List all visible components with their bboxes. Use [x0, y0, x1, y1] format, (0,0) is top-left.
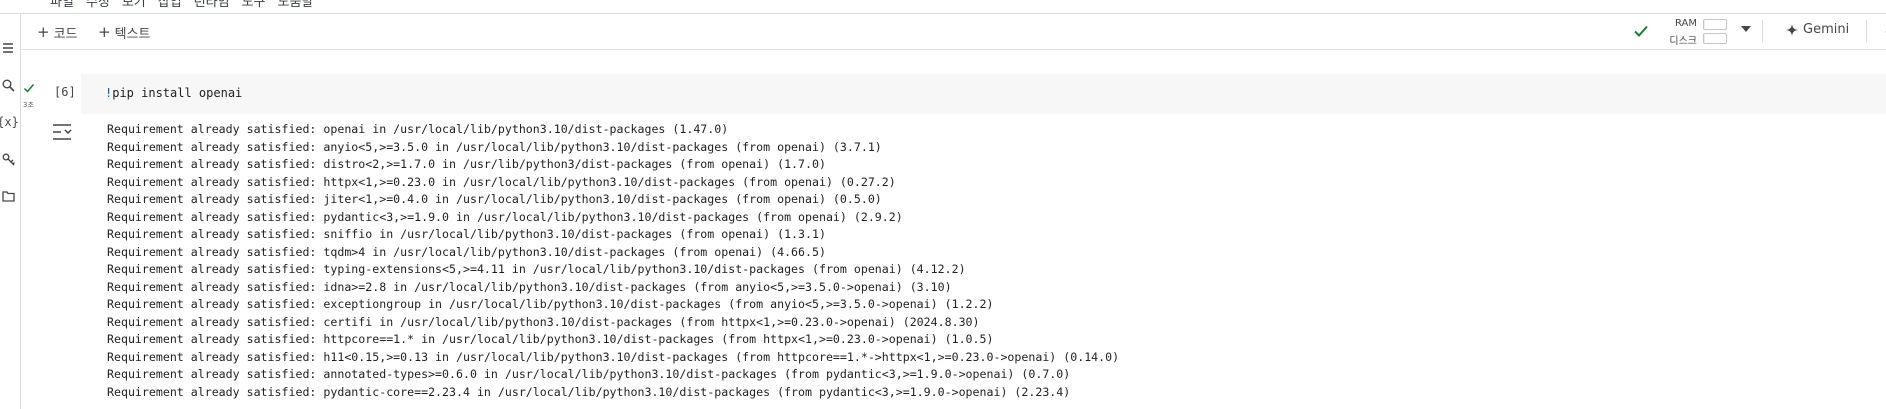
- variables-icon[interactable]: {x}: [0, 114, 19, 130]
- output-line: Requirement already satisfied: idna>=2.8…: [107, 279, 952, 294]
- output-line: Requirement already satisfied: tqdm>4 in…: [107, 244, 826, 259]
- output-line: Requirement already satisfied: openai in…: [107, 122, 729, 136]
- sparkle-icon: [1786, 23, 1798, 36]
- resource-monitor[interactable]: RAM 디스크: [1661, 17, 1727, 47]
- output-line: Requirement already satisfied: httpcore=…: [107, 332, 994, 346]
- disk-usage-fill: [1704, 34, 1706, 43]
- chevron-down-icon[interactable]: [1741, 26, 1751, 32]
- output-actions-icon[interactable]: [50, 122, 74, 142]
- files-folder-icon[interactable]: [0, 188, 16, 204]
- menu-bar: 파일 수정 보기 삽입 런타임 도구 도움말: [0, 0, 1886, 14]
- menu-item[interactable]: 도움말: [278, 0, 314, 10]
- disk-label: 디스크: [1669, 36, 1697, 47]
- plus-icon: +: [37, 23, 50, 41]
- output-line: Requirement already satisfied: httpx<1,>…: [107, 174, 896, 189]
- cell-run-status[interactable]: 3초: [21, 82, 41, 112]
- output-line: Requirement already satisfied: anyio<5,>…: [107, 139, 882, 154]
- output-line: Requirement already satisfied: jiter<1,>…: [107, 192, 882, 206]
- notebook-toolbar: + 코드 + 텍스트 RAM 디스크 Gemini: [21, 14, 1886, 50]
- output-line: Requirement already satisfied: typing-ex…: [107, 262, 966, 276]
- execution-count: [6]: [54, 85, 76, 99]
- code-text: pip install openai: [112, 86, 243, 100]
- output-line: Requirement already satisfied: annotated…: [107, 367, 1071, 381]
- ram-usage-bar: [1703, 19, 1727, 30]
- cell-output: Requirement already satisfied: openai in…: [107, 121, 1119, 401]
- menu-icon[interactable]: [0, 40, 16, 56]
- menu-item[interactable]: 파일: [50, 0, 74, 10]
- output-line: Requirement already satisfied: pydantic<…: [107, 209, 903, 224]
- left-rail: {x}: [0, 14, 21, 409]
- output-line: Requirement already satisfied: exception…: [107, 297, 994, 311]
- gemini-label: Gemini: [1803, 22, 1850, 37]
- toolbar-divider: [1866, 20, 1867, 42]
- menu-item[interactable]: 런타임: [194, 0, 230, 10]
- secrets-key-icon[interactable]: [0, 151, 16, 167]
- menu-item[interactable]: 수정: [86, 0, 110, 10]
- connected-check-icon: [1634, 25, 1648, 37]
- add-code-button[interactable]: + 코드: [37, 22, 78, 42]
- menu-item[interactable]: 삽입: [158, 0, 182, 10]
- output-line: Requirement already satisfied: certifi i…: [107, 314, 980, 329]
- toolbar-divider: [1762, 20, 1763, 42]
- add-text-button[interactable]: + 텍스트: [98, 22, 150, 42]
- colab-notebook: 파일수정보기삽입런타임도구도움말 {x} + 코드 + 텍스트 RA: [0, 0, 1886, 409]
- code-editor[interactable]: !pip install openai: [81, 74, 1886, 114]
- output-line: Requirement already satisfied: h11<0.15,…: [107, 349, 1120, 364]
- disk-usage-bar: [1703, 33, 1727, 44]
- output-line: Requirement already satisfied: sniffio i…: [107, 227, 826, 241]
- code-line: !pip install openai: [105, 86, 242, 100]
- plus-icon: +: [98, 23, 111, 41]
- output-line: Requirement already satisfied: pydantic-…: [107, 384, 1071, 399]
- cell-runtime: 3초: [23, 101, 34, 109]
- add-text-label: 텍스트: [114, 26, 151, 42]
- code-cell[interactable]: 3초 [6] !pip install openai Requirement a…: [21, 72, 1886, 409]
- check-icon: [23, 84, 35, 93]
- menu-item[interactable]: 도구: [242, 0, 266, 10]
- search-icon[interactable]: [0, 77, 16, 93]
- gemini-button[interactable]: Gemini: [1786, 22, 1849, 37]
- add-code-label: 코드: [53, 26, 78, 42]
- ram-usage-fill: [1704, 20, 1706, 29]
- output-line: Requirement already satisfied: distro<2,…: [107, 157, 826, 171]
- ram-label: RAM: [1674, 18, 1697, 29]
- menu-item[interactable]: 보기: [122, 0, 146, 10]
